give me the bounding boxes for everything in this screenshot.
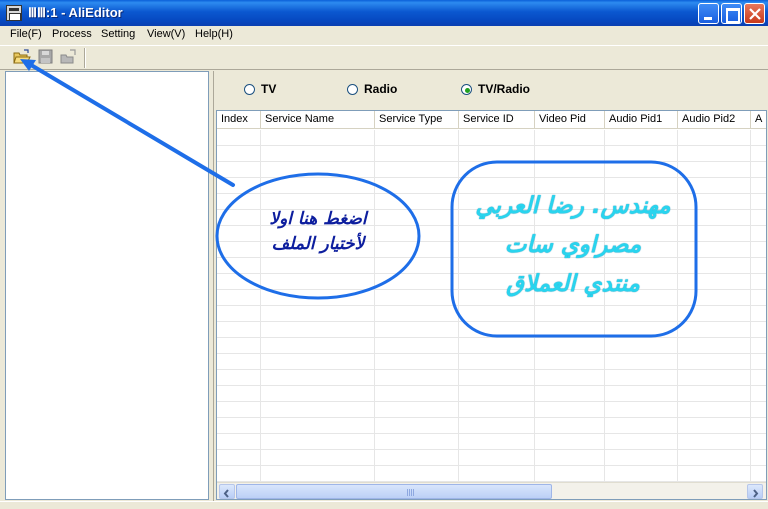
column-header-extra[interactable]: A (751, 111, 766, 129)
radio-radio-indicator (347, 83, 358, 95)
column-header-service-id[interactable]: Service ID (459, 111, 535, 129)
menu-help[interactable]: Help(H) (195, 28, 233, 40)
maximize-button[interactable] (721, 3, 742, 24)
app-icon[interactable] (6, 5, 22, 21)
menu-view[interactable]: View(V) (147, 28, 185, 40)
column-header-service-type[interactable]: Service Type (375, 111, 459, 129)
open-file-button[interactable] (12, 48, 32, 66)
toolbar (0, 45, 768, 70)
radio-radio[interactable]: Radio (347, 82, 397, 96)
column-header-video-pid[interactable]: Video Pid (535, 111, 605, 129)
annotation-text-right: مهندس. رضا العربي مصراوي سات منتدي العمل… (448, 187, 698, 304)
toolbar-separator (84, 48, 86, 68)
save-as-icon (60, 49, 76, 64)
service-list-header: Index Service Name Service Type Service … (217, 111, 766, 129)
menu-setting[interactable]: Setting (101, 28, 135, 40)
radio-tv-radio[interactable]: TV/Radio (461, 82, 530, 96)
radio-tv-indicator (244, 83, 255, 95)
radio-radio-label: Radio (364, 82, 398, 96)
annotation-line: مهندس. رضا العربي (475, 193, 671, 219)
menu-process[interactable]: Process (52, 28, 92, 40)
minimize-button[interactable] (698, 3, 719, 24)
radio-tv-radio-label: TV/Radio (478, 82, 531, 96)
grid-line (260, 130, 261, 482)
close-icon (749, 8, 761, 20)
scroll-grip-icon (407, 489, 415, 496)
window-title: ⅢⅢ:1 - AliEditor (28, 5, 123, 20)
grid-line (534, 130, 535, 482)
annotation-line: لأختيار الملف (271, 234, 365, 254)
arrow-left-icon (223, 489, 229, 498)
radio-tv[interactable]: TV (244, 82, 276, 96)
column-header-audio-pid2[interactable]: Audio Pid2 (678, 111, 751, 129)
scroll-right-button[interactable] (747, 484, 763, 499)
file-tree-pane[interactable] (5, 71, 209, 500)
grid-line (604, 130, 605, 482)
annotation-line: منتدي العملاق (506, 271, 640, 297)
grid-line (677, 130, 678, 482)
menu-file[interactable]: File(F) (10, 28, 42, 40)
grid-line (374, 130, 375, 482)
alieditor-window: ⅢⅢ:1 - AliEditor File(F) Process Setting… (0, 0, 768, 509)
column-header-index[interactable]: Index (217, 111, 261, 129)
menu-bar: File(F) Process Setting View(V) Help(H) (0, 26, 768, 45)
title-bar[interactable]: ⅢⅢ:1 - AliEditor (0, 0, 768, 26)
scroll-thumb[interactable] (236, 484, 552, 499)
grid-line (458, 130, 459, 482)
open-folder-icon (13, 49, 31, 64)
scroll-left-button[interactable] (219, 484, 235, 499)
annotation-line: اضغط هنا اولا (269, 209, 367, 229)
radio-tv-label: TV (261, 82, 277, 96)
column-header-audio-pid1[interactable]: Audio Pid1 (605, 111, 678, 129)
column-header-service-name[interactable]: Service Name (261, 111, 375, 129)
grid-line (750, 130, 751, 482)
service-filter-group: TV Radio TV/Radio (214, 71, 768, 109)
service-list[interactable]: Index Service Name Service Type Service … (216, 110, 767, 500)
save-disk-icon (38, 49, 53, 64)
radio-tv-radio-indicator (461, 83, 472, 95)
save-button[interactable] (36, 48, 56, 66)
horizontal-scrollbar[interactable] (217, 482, 766, 499)
close-button[interactable] (744, 3, 765, 24)
annotation-text-left: اضغط هنا اولا لأختيار الملف (218, 207, 418, 257)
save-as-button[interactable] (59, 48, 79, 66)
annotation-line: مصراوي سات (504, 232, 642, 258)
arrow-right-icon (753, 489, 759, 498)
status-bar (0, 501, 768, 509)
service-list-rows (217, 130, 766, 482)
